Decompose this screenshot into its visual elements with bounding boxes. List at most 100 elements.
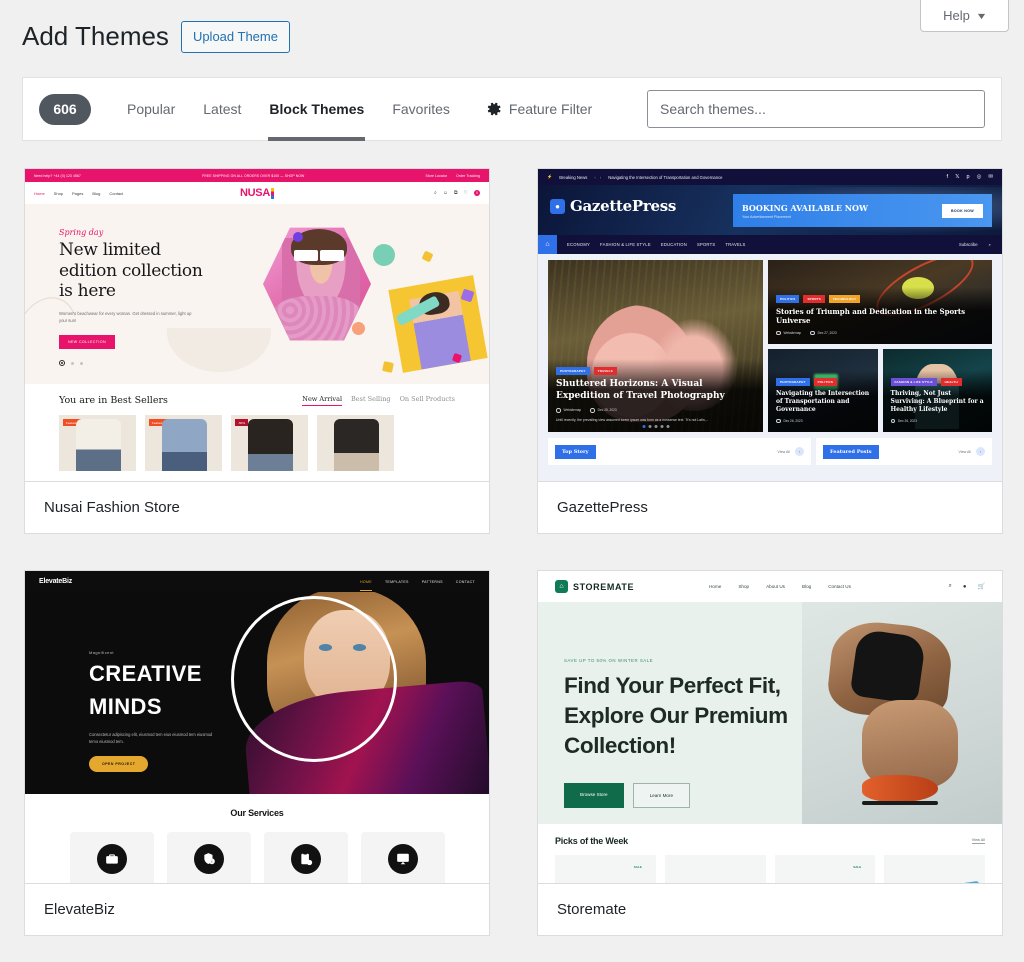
gaz-article-grid: PHOTOGRAPHY TRAVELS Shuttered Horizons: … — [538, 254, 1002, 432]
theme-footer: Storemate — [538, 883, 1002, 935]
elv-service-card — [263, 832, 348, 883]
search-icon: ⌕ — [988, 242, 991, 247]
article-tag: PHOTOGRAPHY — [776, 377, 810, 386]
nusai-order-tracking: Order Tracking — [456, 173, 480, 178]
home-icon: ⌂ — [538, 235, 557, 254]
gaz-ad-button: BOOK NOW — [942, 203, 983, 218]
theme-card-nusai[interactable]: Need help? +44 (0) 123 4567 FREE SHIPPIN… — [24, 168, 490, 534]
confetti-dot — [352, 322, 365, 335]
stm-navbar: ⌂ STOREMATE Home Shop About Us Blog Cont… — [538, 571, 1002, 602]
gaz-top-story-viewall: View All — [777, 449, 790, 454]
tab-block-themes[interactable]: Block Themes — [255, 78, 378, 141]
theme-name: GazettePress — [557, 499, 648, 516]
gaz-social-icons: f 𝕏 p ◎ ✉ — [947, 174, 993, 180]
tab-popular[interactable]: Popular — [113, 78, 189, 141]
stm-hero-headline: Find Your Perfect Fit, Explore Our Premi… — [564, 673, 788, 758]
svg-text:i: i — [211, 859, 212, 864]
confetti-dot — [373, 244, 395, 266]
nusai-nav-icons: ⌕ ☺ ⧉ ♡ 0 — [434, 190, 480, 196]
upload-theme-button[interactable]: Upload Theme — [180, 20, 290, 54]
facebook-icon: f — [946, 174, 949, 180]
nusai-best-title: You are in Best Sellers — [59, 395, 168, 406]
stm-picks-title: Picks of the Week — [555, 836, 628, 846]
nusai-navbar: Home Shop Pages Blog Contact NUSA ⌕ ☺ ⧉ … — [25, 182, 489, 204]
tab-favorites[interactable]: Favorites — [378, 78, 464, 141]
elv-nav-templates: TEMPLATES — [384, 579, 409, 584]
nusai-best-tab-selling: Best Selling — [351, 395, 391, 403]
theme-card-elevatebiz[interactable]: ElevateBiz HOME TEMPLATES PATTERNS CONTA… — [24, 570, 490, 936]
nusai-promo: FREE SHIPPING ON ALL ORDERS OVER $100 — … — [202, 173, 305, 178]
theme-name: Nusai Fashion Store — [44, 499, 180, 516]
gaz-nav-fashion: FASHION & LIFE STYLE — [600, 242, 651, 247]
article-tag: PHOTOGRAPHY — [556, 367, 590, 376]
nusai-hero-subtext: Women's beachwear for every woman. Get d… — [59, 311, 192, 324]
elv-service-card: i — [166, 832, 251, 883]
article-tag: TRAVELS — [593, 367, 617, 376]
sale-badge: SALE — [853, 865, 862, 869]
stm-nav-blog: Blog — [801, 584, 812, 589]
nusai-logo-text: NUSA — [240, 187, 270, 199]
theme-screenshot-nusai[interactable]: Need help? +44 (0) 123 4567 FREE SHIPPIN… — [25, 169, 489, 481]
gaz-brand: ● GazettePress — [550, 197, 676, 215]
nusai-nav-shop: Shop — [53, 190, 64, 196]
article-tag: TECHNOLOGY — [828, 295, 861, 304]
stm-hero-copy: SAVE UP TO 50% ON WINTER SALE Find Your … — [564, 658, 820, 808]
stm-pick-item — [664, 855, 766, 883]
theme-screenshot-elevatebiz[interactable]: ElevateBiz HOME TEMPLATES PATTERNS CONTA… — [25, 571, 489, 883]
stm-pick-item: SALE — [555, 855, 656, 883]
theme-card-storemate[interactable]: ⌂ STOREMATE Home Shop About Us Blog Cont… — [537, 570, 1003, 936]
briefcase-icon — [96, 844, 127, 874]
gaz-side-articles: POLITICS SPORTS TECHNOLOGY Stories of Tr… — [768, 260, 992, 432]
nusai-hero-headline: New limited edition collection is here — [59, 240, 203, 302]
nusai-product-row: Featured Featured -50% — [59, 415, 455, 471]
theme-name: Storemate — [557, 901, 627, 918]
gaz-side-title: Stories of Triumph and Dedication in the… — [776, 307, 966, 326]
stm-learn-more-button: Learn More — [632, 782, 691, 808]
elv-hero-subtext: Consectetur adipiscing elit, eiusmod tem… — [89, 731, 213, 745]
theme-footer: ElevateBiz — [25, 883, 489, 935]
elv-hero: Magnificent CREATIVE MINDS Consectetur a… — [25, 592, 489, 794]
theme-screenshot-storemate[interactable]: ⌂ STOREMATE Home Shop About Us Blog Cont… — [538, 571, 1002, 883]
nusai-phone: Need help? +44 (0) 123 4567 — [34, 173, 81, 178]
theme-filter-bar: 606 Popular Latest Block Themes Favorite… — [22, 77, 1002, 141]
instagram-icon: ◎ — [976, 174, 982, 180]
nusai-hero-cta: NEW COLLECTION — [59, 335, 115, 350]
stm-browse-store-button: Browse Store — [564, 782, 624, 808]
stm-logo: STOREMATE — [573, 581, 635, 592]
decorative-ring — [231, 596, 397, 762]
tab-latest[interactable]: Latest — [189, 78, 255, 141]
elv-logo: ElevateBiz — [39, 578, 73, 585]
gaz-breaking-headline: Navigating the Intersection of Transport… — [608, 174, 723, 180]
gaz-logo-icon: ● — [550, 198, 565, 214]
confetti-square — [382, 361, 394, 373]
article-tag: HEALTH — [940, 377, 962, 386]
stm-nav-contact: Contact Us — [828, 584, 851, 589]
gaz-ad-headline: BOOKING AVAILABLE NOW — [742, 202, 868, 213]
confetti-dot — [293, 232, 303, 242]
nusai-logo: NUSA — [240, 187, 274, 199]
bolt-icon: ⚡ — [547, 174, 553, 179]
gear-icon — [487, 102, 501, 116]
article-tag: POLITICS — [813, 377, 838, 386]
theme-grid: Need help? +44 (0) 123 4567 FREE SHIPPIN… — [24, 168, 1004, 936]
cart-icon: 🛒 — [977, 584, 985, 590]
x-twitter-icon: 𝕏 — [955, 174, 960, 180]
page-header: Add Themes Upload Theme — [22, 20, 290, 54]
gaz-brand-name: GazettePress — [570, 197, 677, 215]
help-button[interactable]: Help ▼ — [920, 0, 1009, 32]
elv-hero-copy: Magnificent CREATIVE MINDS Consectetur a… — [89, 650, 237, 773]
sale-badge: SALE — [633, 865, 642, 869]
theme-card-gazettepress[interactable]: ⚡ Breaking News ‹ › Navigating the Inter… — [537, 168, 1003, 534]
product-tag: -50% — [235, 419, 249, 426]
stm-brand: ⌂ STOREMATE — [555, 580, 634, 593]
theme-screenshot-gazettepress[interactable]: ⚡ Breaking News ‹ › Navigating the Inter… — [538, 169, 1002, 481]
gaz-masthead: ● GazettePress BOOKING AVAILABLE NOW You… — [538, 185, 1002, 235]
feature-filter-button[interactable]: Feature Filter — [464, 78, 606, 141]
gaz-subscribe: Subscribe — [959, 242, 978, 247]
chevron-down-icon: ▼ — [975, 10, 988, 21]
elv-services-title: Our Services — [230, 808, 284, 818]
nusai-topbar: Need help? +44 (0) 123 4567 FREE SHIPPIN… — [25, 169, 489, 182]
gaz-navbar: ⌂ ECONOMY FASHION & LIFE STYLE EDUCATION… — [538, 235, 1002, 254]
gaz-featured-posts-bar: Featured Posts View All › — [816, 438, 992, 465]
search-input[interactable] — [647, 90, 985, 128]
